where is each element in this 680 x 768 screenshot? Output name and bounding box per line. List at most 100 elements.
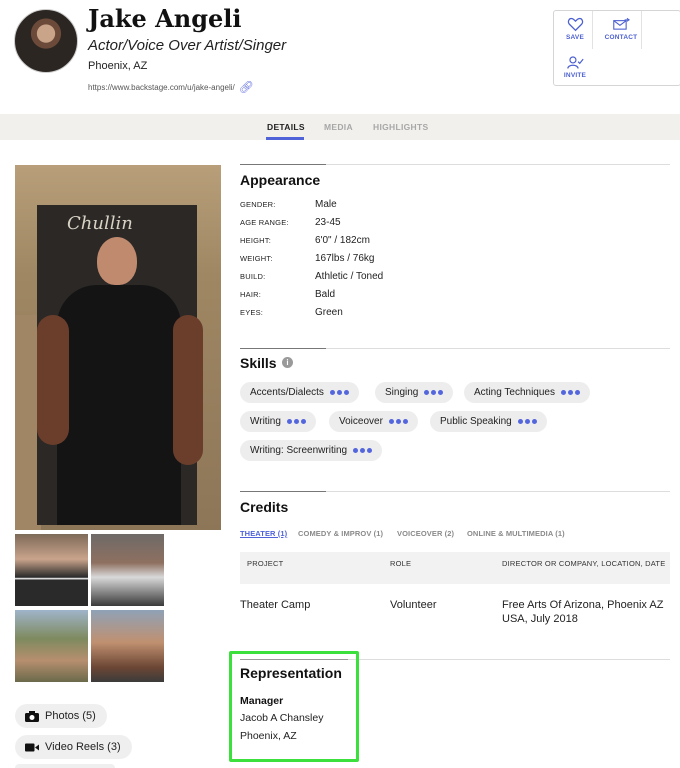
profile-actions: SAVE CONTACT INVITE xyxy=(553,10,680,86)
more-dots-icon[interactable] xyxy=(424,390,444,395)
video-reels-button[interactable]: Video Reels (3) xyxy=(15,735,132,759)
more-dots-icon[interactable] xyxy=(329,390,349,395)
photo-thumbnail[interactable] xyxy=(91,534,164,606)
invite-button[interactable]: INVITE xyxy=(560,55,590,79)
section-divider xyxy=(240,164,326,165)
main-headshot[interactable]: Chullin xyxy=(15,165,221,530)
skill-label: Singing xyxy=(385,387,419,398)
skill-label: Public Speaking xyxy=(440,416,512,427)
section-divider xyxy=(240,348,326,349)
photo-person-body xyxy=(57,285,181,525)
representation-type: Manager xyxy=(240,695,284,707)
profile-location: Phoenix, AZ xyxy=(88,60,148,72)
credit-tab-comedy[interactable]: COMEDY & IMPROV (1) xyxy=(298,529,383,538)
skill-label: Accents/Dialects xyxy=(250,387,324,398)
credit-project: Theater Camp xyxy=(240,599,311,611)
contact-button[interactable]: CONTACT xyxy=(598,17,644,41)
poster-text: Chullin xyxy=(67,213,133,234)
appearance-title: Appearance xyxy=(240,172,321,188)
skill-chip[interactable]: Writing xyxy=(240,411,316,432)
save-button[interactable]: SAVE xyxy=(560,17,590,41)
skill-chip[interactable]: Writing: Screenwriting xyxy=(240,440,383,461)
envelope-icon xyxy=(612,17,630,30)
section-divider xyxy=(326,491,670,492)
attr-value: 167lbs / 76kg xyxy=(315,253,375,264)
attr-label: WEIGHT: xyxy=(240,254,273,263)
divider xyxy=(592,11,593,49)
section-divider xyxy=(326,164,670,165)
avatar[interactable] xyxy=(14,9,78,73)
credit-tab-voiceover[interactable]: VOICEOVER (2) xyxy=(397,529,454,538)
skill-label: Acting Techniques xyxy=(474,387,555,398)
active-tab-indicator xyxy=(266,137,304,140)
attr-label: BUILD: xyxy=(240,272,266,281)
skill-label: Voiceover xyxy=(339,416,383,427)
skill-chip[interactable]: Voiceover xyxy=(329,411,418,432)
more-dots-icon[interactable] xyxy=(286,419,306,424)
credit-tab-online[interactable]: ONLINE & MULTIMEDIA (1) xyxy=(467,529,565,538)
representation-name: Jacob A Chansley xyxy=(240,712,324,724)
credit-tab-theater[interactable]: THEATER (1) xyxy=(240,529,287,538)
photos-button[interactable]: Photos (5) xyxy=(15,704,107,728)
attr-label: HEIGHT: xyxy=(240,236,271,245)
tab-highlights[interactable]: HIGHLIGHTS xyxy=(373,122,428,132)
attr-label: AGE RANGE: xyxy=(240,218,289,227)
attr-label: EYES: xyxy=(240,308,264,317)
more-dots-icon[interactable] xyxy=(388,419,408,424)
attr-value: 23-45 xyxy=(315,217,341,228)
video-reels-label: Video Reels (3) xyxy=(45,741,121,753)
column-header: PROJECT xyxy=(247,559,284,568)
credit-director: Free Arts Of Arizona, Phoenix AZ USA, Ju… xyxy=(502,599,664,625)
profile-name: Jake Angeli xyxy=(88,4,242,33)
heart-icon xyxy=(567,17,583,32)
info-icon[interactable]: i xyxy=(282,357,293,368)
attr-value: Athletic / Toned xyxy=(315,271,384,282)
column-header: ROLE xyxy=(390,559,412,568)
profile-tabs: DETAILS MEDIA HIGHLIGHTS xyxy=(0,114,680,140)
attr-label: HAIR: xyxy=(240,290,262,299)
more-dots-icon[interactable] xyxy=(517,419,537,424)
more-dots-icon[interactable] xyxy=(353,448,373,453)
link-icon[interactable]: 🔗︎ xyxy=(239,80,254,94)
skills-title: Skills xyxy=(240,355,277,371)
photo-person-arm xyxy=(173,315,203,465)
photos-label: Photos (5) xyxy=(45,710,96,722)
save-label: SAVE xyxy=(565,34,585,41)
profile-url-text: https://www.backstage.com/u/jake-angeli/ xyxy=(88,82,235,92)
attr-value: Male xyxy=(315,199,337,210)
skill-chip[interactable]: Accents/Dialects xyxy=(240,382,359,403)
camera-icon xyxy=(25,710,39,722)
skill-chip[interactable]: Public Speaking xyxy=(430,411,547,432)
section-divider xyxy=(240,491,326,492)
video-camera-icon xyxy=(25,743,39,751)
tab-details[interactable]: DETAILS xyxy=(267,122,305,132)
photo-thumbnail[interactable] xyxy=(91,610,164,682)
credit-role: Volunteer xyxy=(390,599,437,611)
attr-value: Green xyxy=(315,307,343,318)
profile-tagline: Actor/Voice Over Artist/Singer xyxy=(88,37,287,54)
more-dots-icon[interactable] xyxy=(560,390,580,395)
contact-label: CONTACT xyxy=(604,34,638,41)
representation-location: Phoenix, AZ xyxy=(240,730,297,742)
skill-chip[interactable]: Singing xyxy=(375,382,454,403)
photo-person-arm xyxy=(37,315,69,445)
attr-value: 6'0" / 182cm xyxy=(315,235,370,246)
invite-label: INVITE xyxy=(563,72,587,79)
column-header: DIRECTOR OR COMPANY, LOCATION, DATE xyxy=(502,559,666,568)
photo-thumbnail[interactable] xyxy=(15,610,88,682)
skill-chip[interactable]: Acting Techniques xyxy=(464,382,590,403)
section-divider xyxy=(326,348,670,349)
photo-thumbnail[interactable] xyxy=(15,534,88,606)
attr-value: Bald xyxy=(315,289,336,300)
more-media-button[interactable] xyxy=(15,764,115,768)
section-divider xyxy=(348,659,670,660)
representation-title: Representation xyxy=(240,665,342,681)
skill-label: Writing: Screenwriting xyxy=(250,445,348,456)
credits-title: Credits xyxy=(240,499,289,515)
attr-label: GENDER: xyxy=(240,200,276,209)
profile-url: https://www.backstage.com/u/jake-angeli/… xyxy=(88,80,254,94)
person-check-icon xyxy=(566,56,584,69)
photo-person-head xyxy=(97,237,137,285)
credits-table-header: PROJECT ROLE DIRECTOR OR COMPANY, LOCATI… xyxy=(240,552,670,584)
tab-media[interactable]: MEDIA xyxy=(324,122,353,132)
